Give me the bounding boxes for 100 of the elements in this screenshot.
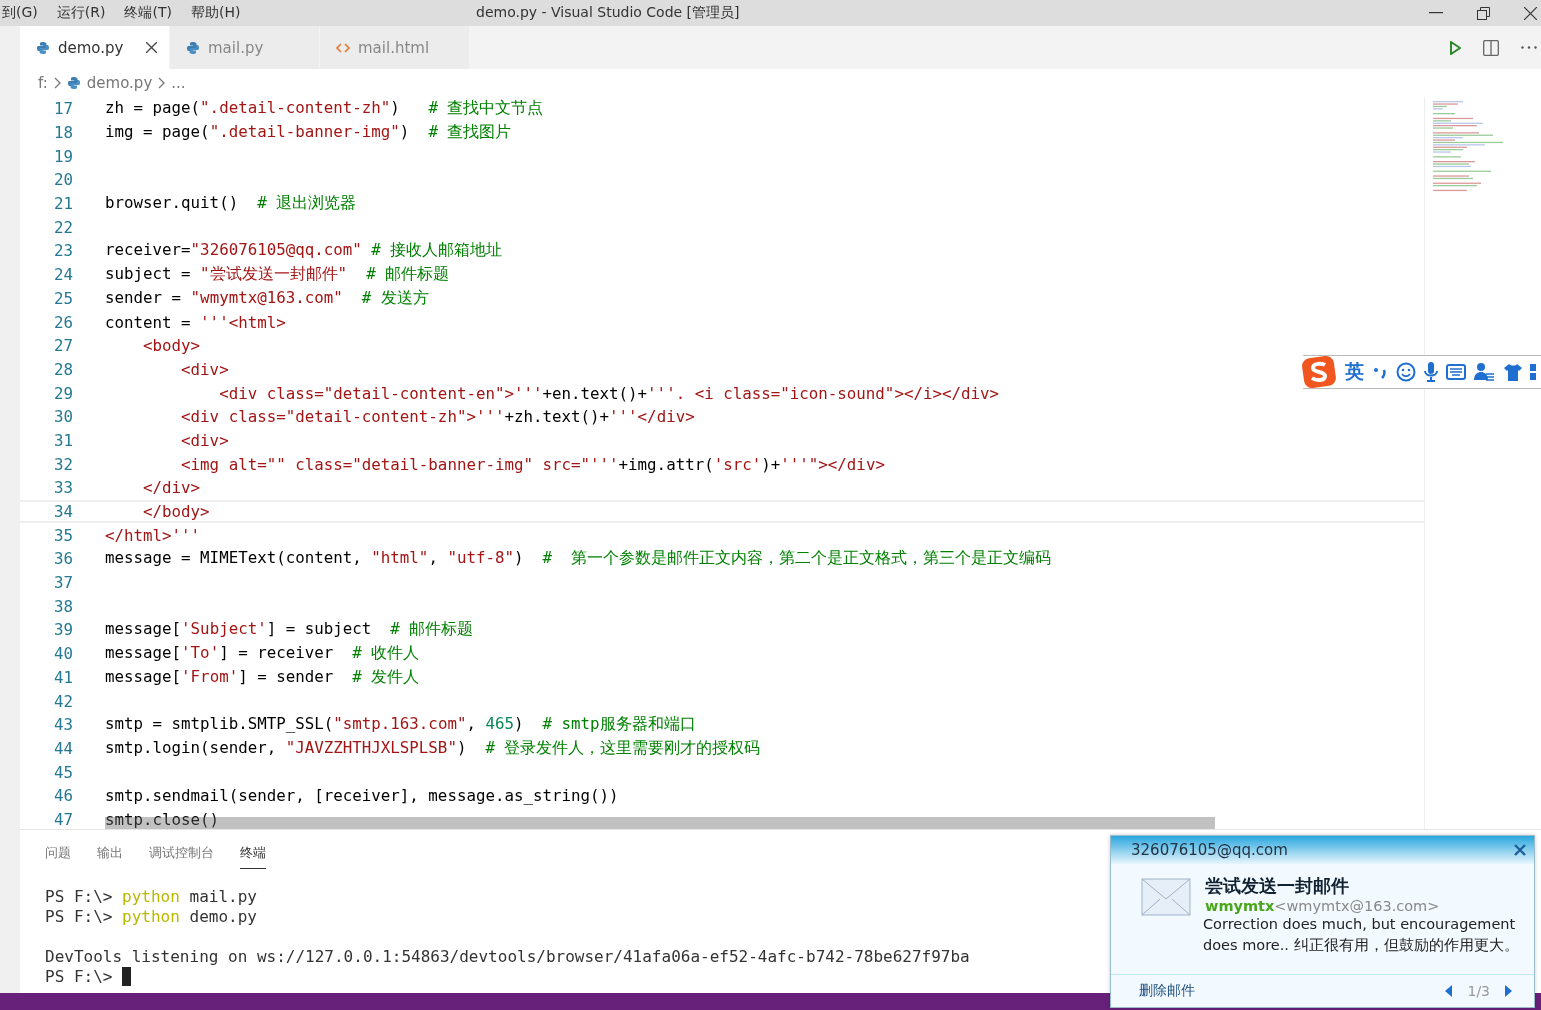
line-number: 18 xyxy=(52,123,73,143)
breadcrumb-item[interactable]: ... xyxy=(171,74,186,92)
sender-address: <wmymtx@163.com> xyxy=(1274,898,1440,914)
run-icon[interactable] xyxy=(1450,40,1461,55)
panel-tab[interactable]: 问题 xyxy=(45,844,71,869)
line-number: 34 xyxy=(52,502,73,522)
code-line: <div class="detail-content-zh">'''+zh.text()+'''</div> xyxy=(180,407,695,427)
minimize-icon[interactable] xyxy=(1429,12,1443,14)
page-counter: 1/3 xyxy=(1467,983,1490,999)
code-line: smtp.login(sender, "JAVZZHTHJXLSPLSB") # 登录发件人，这里需要刚才的授权码 xyxy=(104,737,761,759)
mail-preview: Correction does much, but encouragement does more.. 纠正很有用，但鼓励的作用更大。 xyxy=(1203,915,1520,955)
line-number: 23 xyxy=(52,241,73,261)
line-number: 44 xyxy=(52,738,73,758)
editor-tab[interactable]: demo.py xyxy=(20,26,170,69)
next-icon[interactable] xyxy=(1504,985,1512,997)
line-number: 22 xyxy=(52,217,73,237)
code-line: smtp.sendmail(sender, [receiver], message.as_string()) xyxy=(104,786,619,806)
grid-icon[interactable] xyxy=(1530,363,1536,381)
terminal-line: DevTools listening on ws://127.0.0.1:54863/devtools/browser/41afa06a-ef52-4afc-b742-78be627f97ba xyxy=(45,946,970,966)
menu-item[interactable]: 运行(R) xyxy=(48,4,106,22)
code-line: sender = "wmymtx@163.com" # 发送方 xyxy=(104,287,429,309)
code-line: <div> xyxy=(180,430,229,450)
chevron-right-icon xyxy=(53,77,61,89)
menu-item[interactable]: 终端(T) xyxy=(116,4,172,22)
sender-name: wmymtx xyxy=(1205,898,1275,914)
line-number: 47 xyxy=(52,809,73,829)
breadcrumb-item[interactable]: f: xyxy=(38,74,48,92)
terminal-line: PS F:\> python demo.py xyxy=(45,906,257,926)
line-number: 29 xyxy=(52,383,73,403)
line-number: 28 xyxy=(52,359,73,379)
more-icon[interactable] xyxy=(1521,46,1537,49)
code-line: browser.quit() # 退出浏览器 xyxy=(104,193,357,215)
code-line: subject = "尝试发送一封邮件" # 邮件标题 xyxy=(104,264,450,286)
line-number: 17 xyxy=(52,99,73,119)
close-button[interactable] xyxy=(1514,844,1526,856)
line-number: 32 xyxy=(52,454,73,474)
python-file-icon xyxy=(186,40,200,55)
restore-icon[interactable] xyxy=(1477,6,1490,20)
window-title: demo.py - Visual Studio Code [管理员] xyxy=(476,4,740,22)
code-line: <div class="detail-content-en">'''+en.text()+'''. <i class="icon-sound"></i></div> xyxy=(218,383,999,403)
terminal-line: PS F:\> xyxy=(45,966,114,986)
code-line: <body> xyxy=(142,336,201,356)
line-number: 19 xyxy=(52,146,73,166)
previous-icon[interactable] xyxy=(1445,985,1454,997)
code-line: message = MIMEText(content, "html", "utf-8") # 第一个参数是邮件正文内容，第二个是正文格式，第三个是正文编码 xyxy=(104,548,1052,570)
line-number: 45 xyxy=(52,762,73,782)
code-line: message['Subject'] = subject # 邮件标题 xyxy=(104,619,474,641)
line-number: 36 xyxy=(52,549,73,569)
line-number: 42 xyxy=(52,691,73,711)
line-number: 33 xyxy=(52,478,73,498)
line-number: 38 xyxy=(52,596,73,616)
close-icon[interactable] xyxy=(146,42,157,53)
microphone-icon[interactable] xyxy=(1424,362,1438,382)
chevron-right-icon xyxy=(158,77,166,89)
editor-tab[interactable]: mail.py xyxy=(170,26,320,69)
code-line: smtp = smtplib.SMTP_SSL("smtp.163.com", 465) # smtp服务器和端口 xyxy=(104,714,696,736)
line-number: 24 xyxy=(52,265,73,285)
line-number: 39 xyxy=(52,620,73,640)
mail-subject: 尝试发送一封邮件 xyxy=(1205,874,1350,898)
line-number: 25 xyxy=(52,288,73,308)
panel-tab[interactable]: 输出 xyxy=(97,844,123,869)
smiley-icon[interactable] xyxy=(1396,362,1416,382)
shirt-icon[interactable] xyxy=(1504,363,1522,381)
code-line: </body> xyxy=(142,502,210,522)
line-number: 43 xyxy=(52,715,73,735)
envelope-icon xyxy=(1141,878,1191,916)
code-line: <img alt="" class="detail-banner-img" src="'''+img.attr('src')+'''"></div> xyxy=(180,454,885,474)
account-address: 326076105@qq.com xyxy=(1131,841,1288,859)
keyboard-icon[interactable] xyxy=(1446,364,1466,380)
menu-item[interactable]: 到(G) xyxy=(0,4,38,22)
code-line: </html>''' xyxy=(104,525,201,545)
menu-item[interactable]: 帮助(H) xyxy=(182,4,241,22)
logo-icon[interactable] xyxy=(1301,355,1337,389)
line-number: 35 xyxy=(52,525,73,545)
code-line: content = '''<html> xyxy=(104,312,286,332)
line-number: 31 xyxy=(52,430,73,450)
user-icon[interactable] xyxy=(1474,362,1496,382)
code-line: zh = page(".detail-content-zh") # 查找中文节点 xyxy=(104,98,544,120)
code-line: receiver="326076105@qq.com" # 接收人邮箱地址 xyxy=(104,240,503,262)
input-mode-toggle[interactable]: 英 xyxy=(1345,359,1364,385)
line-number: 30 xyxy=(52,407,73,427)
editor-tab[interactable]: mail.html xyxy=(320,26,470,69)
code-line: img = page(".detail-banner-img") # 查找图片 xyxy=(104,122,512,144)
panel-tab[interactable]: 终端 xyxy=(240,844,266,869)
breadcrumb-item[interactable]: demo.py xyxy=(86,74,153,92)
line-number: 21 xyxy=(52,194,73,214)
line-number: 27 xyxy=(52,336,73,356)
python-file-icon xyxy=(36,40,50,55)
split-editor-icon[interactable] xyxy=(1483,39,1499,56)
line-number: 46 xyxy=(52,786,73,806)
code-line: message['To'] = receiver # 收件人 xyxy=(104,643,420,665)
code-line: <div> xyxy=(180,359,229,379)
code-line: smtp.close() xyxy=(104,809,220,829)
code-brackets-icon xyxy=(336,41,350,54)
line-number: 37 xyxy=(52,573,73,593)
python-file-icon xyxy=(66,76,81,90)
close-icon[interactable] xyxy=(1524,6,1537,20)
line-number: 40 xyxy=(52,644,73,664)
panel-tab[interactable]: 调试控制台 xyxy=(149,844,214,869)
delete-link[interactable]: 删除邮件 xyxy=(1139,982,1195,1000)
